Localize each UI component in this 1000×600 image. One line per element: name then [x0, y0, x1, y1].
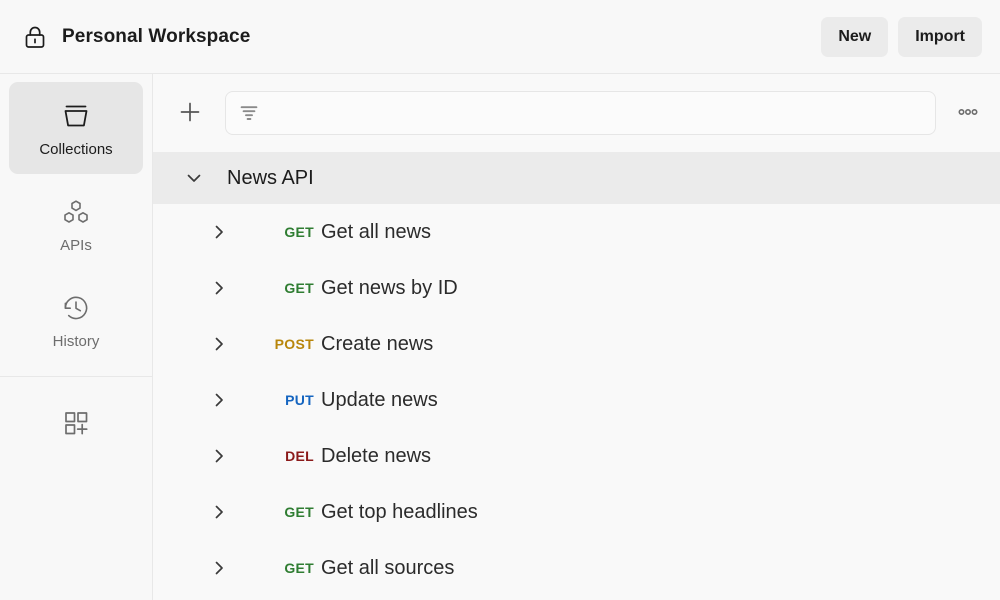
request-method: DEL [254, 448, 314, 464]
request-row-6[interactable]: GET Get all sources [153, 540, 1000, 596]
request-row-1[interactable]: GET Get news by ID [153, 260, 1000, 316]
collection-tree: News API GET Get all news GET Get news b… [153, 152, 1000, 600]
request-row-3[interactable]: PUT Update news [153, 372, 1000, 428]
main-panel: News API GET Get all news GET Get news b… [153, 74, 1000, 600]
sidebar-item-label: APIs [60, 238, 92, 253]
collection-toolbar [153, 74, 1000, 152]
chevron-right-icon[interactable] [208, 557, 230, 579]
chevron-right-icon[interactable] [208, 333, 230, 355]
request-row-4[interactable]: DEL Delete news [153, 428, 1000, 484]
request-name: Create news [321, 333, 433, 356]
request-method: GET [254, 560, 314, 576]
hexagon-cluster-icon [59, 195, 93, 229]
request-method: PUT [254, 392, 314, 408]
ellipsis-icon [953, 97, 983, 130]
new-button[interactable]: New [821, 17, 888, 57]
request-name: Delete news [321, 445, 431, 468]
grid-plus-icon [59, 406, 93, 440]
collection-header-news-api[interactable]: News API [153, 152, 1000, 204]
chevron-right-icon[interactable] [208, 501, 230, 523]
chevron-right-icon[interactable] [208, 445, 230, 467]
sidebar-item-apis[interactable]: APIs [9, 178, 143, 270]
sidebar: Collections APIs [0, 74, 153, 600]
import-button[interactable]: Import [898, 17, 982, 57]
request-row-2[interactable]: POST Create news [153, 316, 1000, 372]
request-row-0[interactable]: GET Get all news [153, 204, 1000, 260]
chevron-down-icon[interactable] [183, 167, 205, 189]
sidebar-item-label: History [53, 334, 100, 349]
collection-name: News API [227, 167, 314, 190]
plus-icon [176, 98, 204, 129]
clock-history-icon [59, 291, 93, 325]
request-method: POST [254, 336, 314, 352]
page-title: Personal Workspace [62, 26, 250, 48]
app-body: Collections APIs [0, 74, 1000, 600]
app-window: Personal Workspace New Import Collection… [0, 0, 1000, 600]
chevron-right-icon[interactable] [208, 221, 230, 243]
request-name: Get top headlines [321, 501, 478, 524]
add-collection-button[interactable] [171, 94, 209, 132]
request-method: GET [254, 504, 314, 520]
sidebar-item-history[interactable]: History [9, 274, 143, 366]
more-options-button[interactable] [950, 95, 986, 131]
chevron-right-icon[interactable] [208, 389, 230, 411]
collection-bucket-icon [59, 99, 93, 133]
sidebar-item-label: Collections [39, 142, 112, 157]
request-method: GET [254, 280, 314, 296]
filter-icon [238, 102, 260, 124]
search-input[interactable] [270, 105, 923, 122]
search-box[interactable] [225, 91, 936, 135]
chevron-right-icon[interactable] [208, 277, 230, 299]
request-name: Update news [321, 389, 438, 412]
add-module-button[interactable] [0, 377, 152, 469]
top-header: Personal Workspace New Import [0, 0, 1000, 74]
sidebar-item-collections[interactable]: Collections [9, 82, 143, 174]
request-list: GET Get all news GET Get news by ID POST… [153, 204, 1000, 596]
lock-icon [22, 24, 48, 50]
request-row-5[interactable]: GET Get top headlines [153, 484, 1000, 540]
request-name: Get news by ID [321, 277, 458, 300]
request-name: Get all news [321, 221, 431, 244]
request-method: GET [254, 224, 314, 240]
request-name: Get all sources [321, 557, 454, 580]
